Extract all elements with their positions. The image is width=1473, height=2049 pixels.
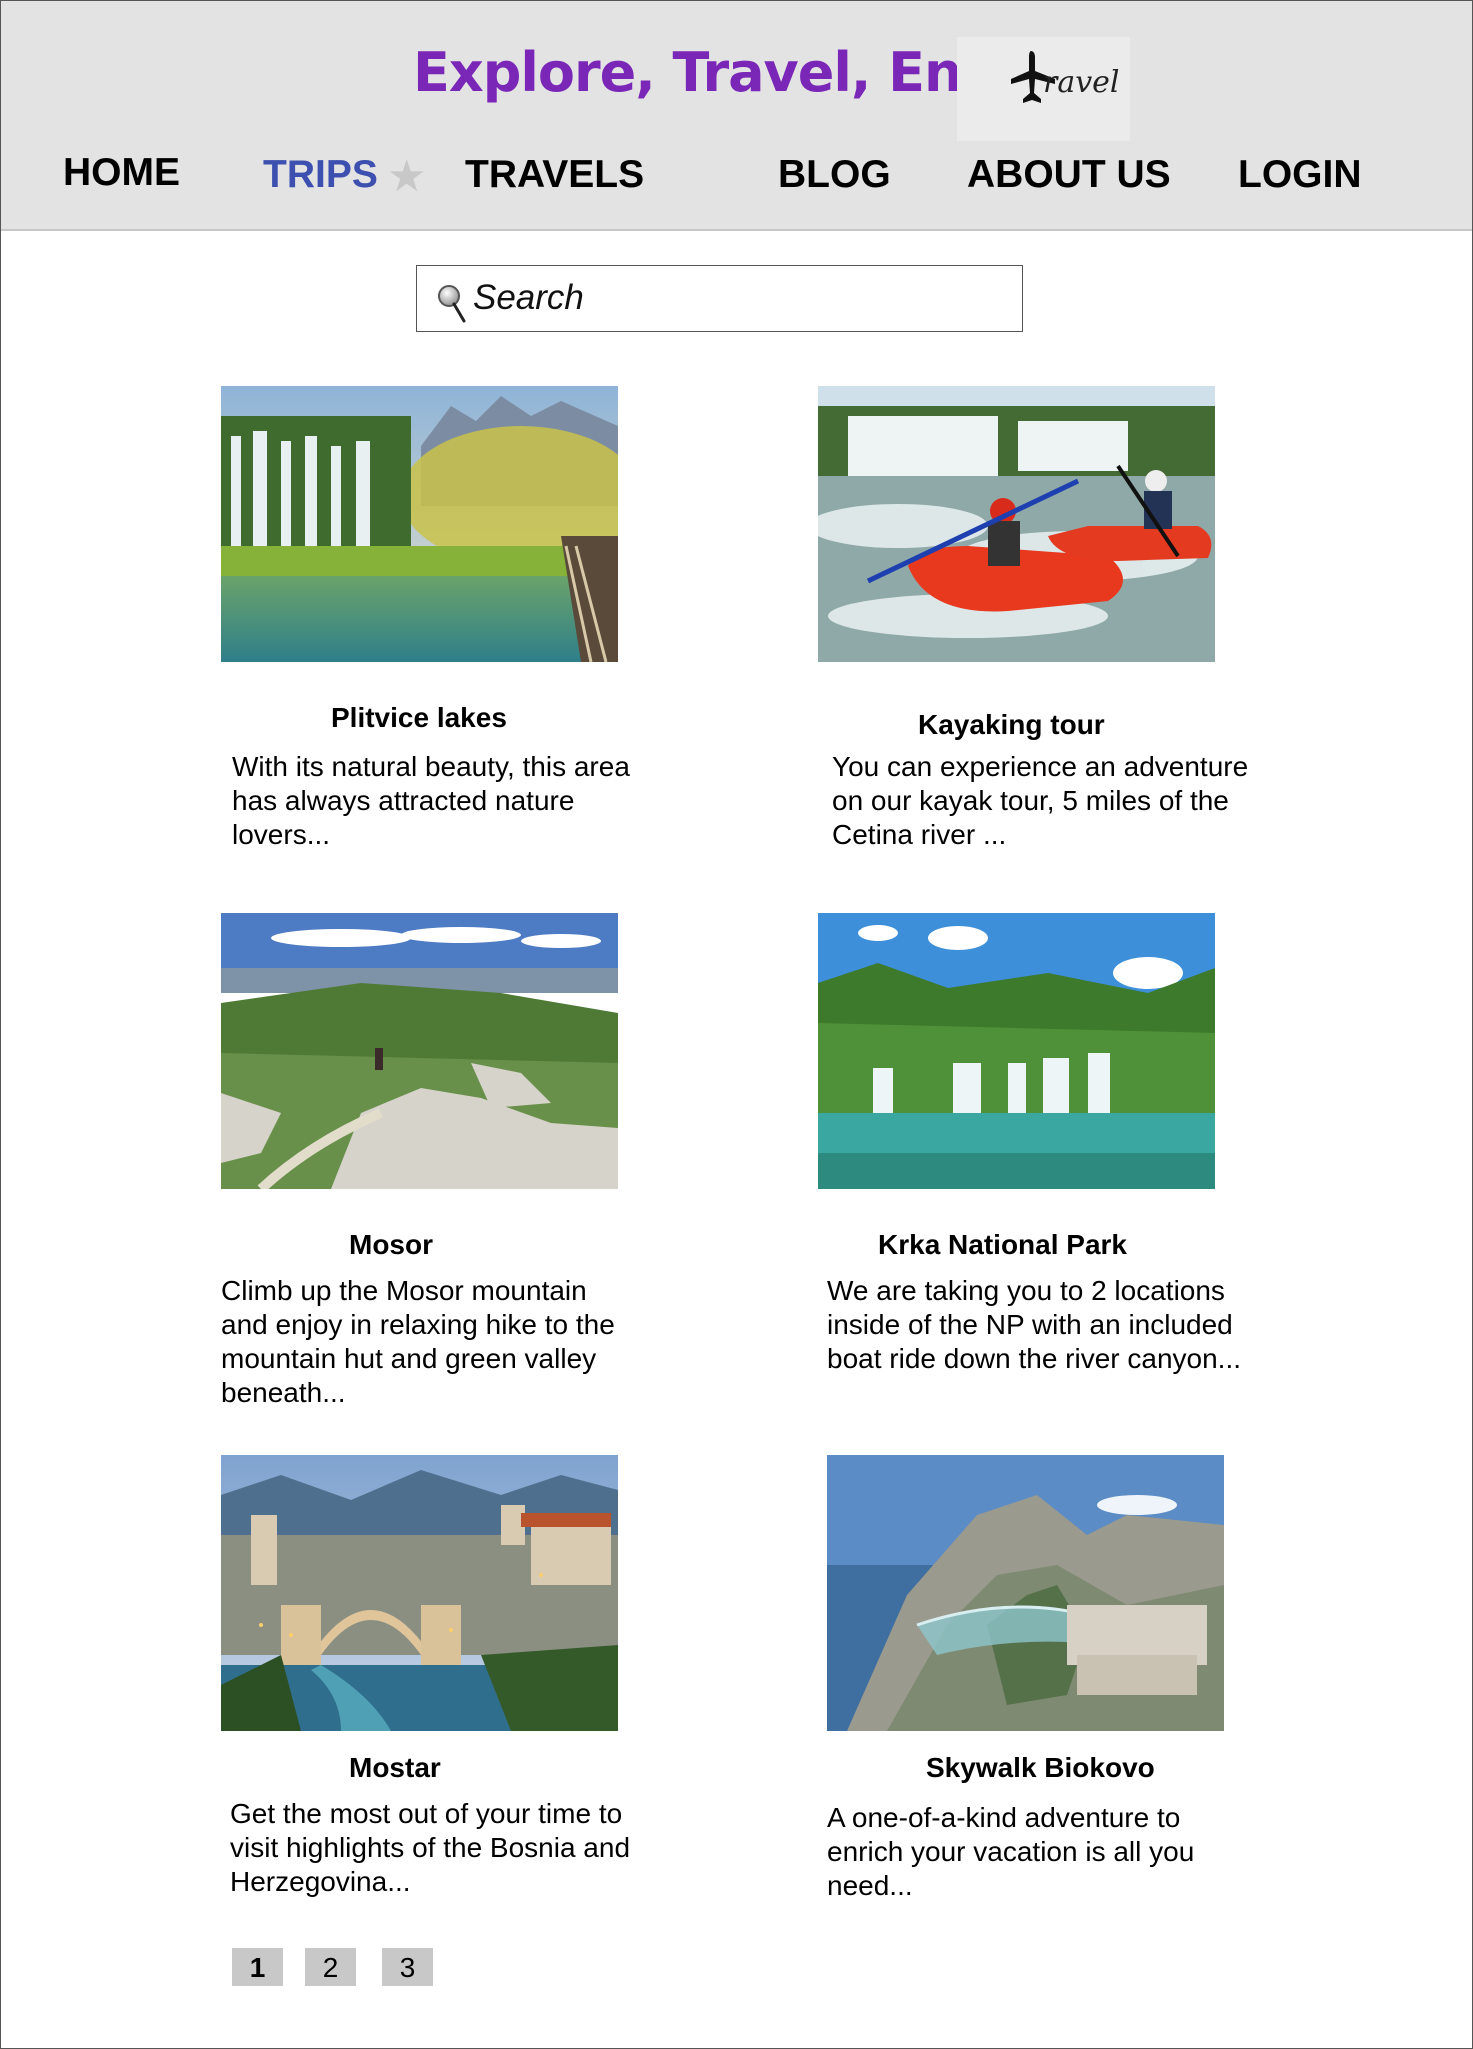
site-header: Explore, Travel, Enjoy ravel HOME TRIPS … <box>1 1 1472 231</box>
card-title[interactable]: Skywalk Biokovo <box>926 1752 1155 1784</box>
card-title[interactable]: Mosor <box>349 1229 433 1261</box>
nav-about-us[interactable]: ABOUT US <box>967 153 1171 197</box>
card-description: We are taking you to 2 locations inside … <box>827 1275 1242 1374</box>
nav-blog[interactable]: BLOG <box>778 153 891 197</box>
card-description: You can experience an adventure on our k… <box>832 751 1249 850</box>
page-button-3[interactable]: 3 <box>382 1948 433 1986</box>
card-description: Get the most out of your time to visit h… <box>230 1798 631 1897</box>
card-image[interactable] <box>221 386 618 662</box>
search-bar[interactable] <box>416 265 1023 332</box>
card-description: Climb up the Mosor mountain and enjoy in… <box>221 1275 615 1408</box>
card-title[interactable]: Krka National Park <box>878 1229 1127 1261</box>
card-image[interactable] <box>221 913 618 1189</box>
search-icon <box>438 285 466 323</box>
logo[interactable]: ravel <box>957 37 1130 141</box>
page-button-1[interactable]: 1 <box>232 1948 283 1986</box>
card-title[interactable]: Mostar <box>349 1752 441 1784</box>
page-button-2[interactable]: 2 <box>305 1948 356 1986</box>
nav-travels[interactable]: TRAVELS <box>465 153 644 197</box>
card-title[interactable]: Plitvice lakes <box>331 702 507 734</box>
logo-text: ravel <box>1043 65 1120 100</box>
nav-trips[interactable]: TRIPS <box>263 153 378 197</box>
card-image[interactable] <box>221 1455 618 1731</box>
star-icon: ★ <box>387 152 427 201</box>
site-title: Explore, Travel, Enjoy <box>413 41 1050 104</box>
card-description: A one-of-a-kind adventure to enrich your… <box>827 1802 1195 1901</box>
nav-home[interactable]: HOME <box>63 151 180 195</box>
card-image[interactable] <box>818 386 1215 662</box>
card-image[interactable] <box>827 1455 1224 1731</box>
nav-login[interactable]: LOGIN <box>1238 153 1362 197</box>
search-input[interactable] <box>473 272 993 324</box>
card-description: With its natural beauty, this area has a… <box>232 751 630 850</box>
card-title[interactable]: Kayaking tour <box>918 709 1105 741</box>
card-image[interactable] <box>818 913 1215 1189</box>
